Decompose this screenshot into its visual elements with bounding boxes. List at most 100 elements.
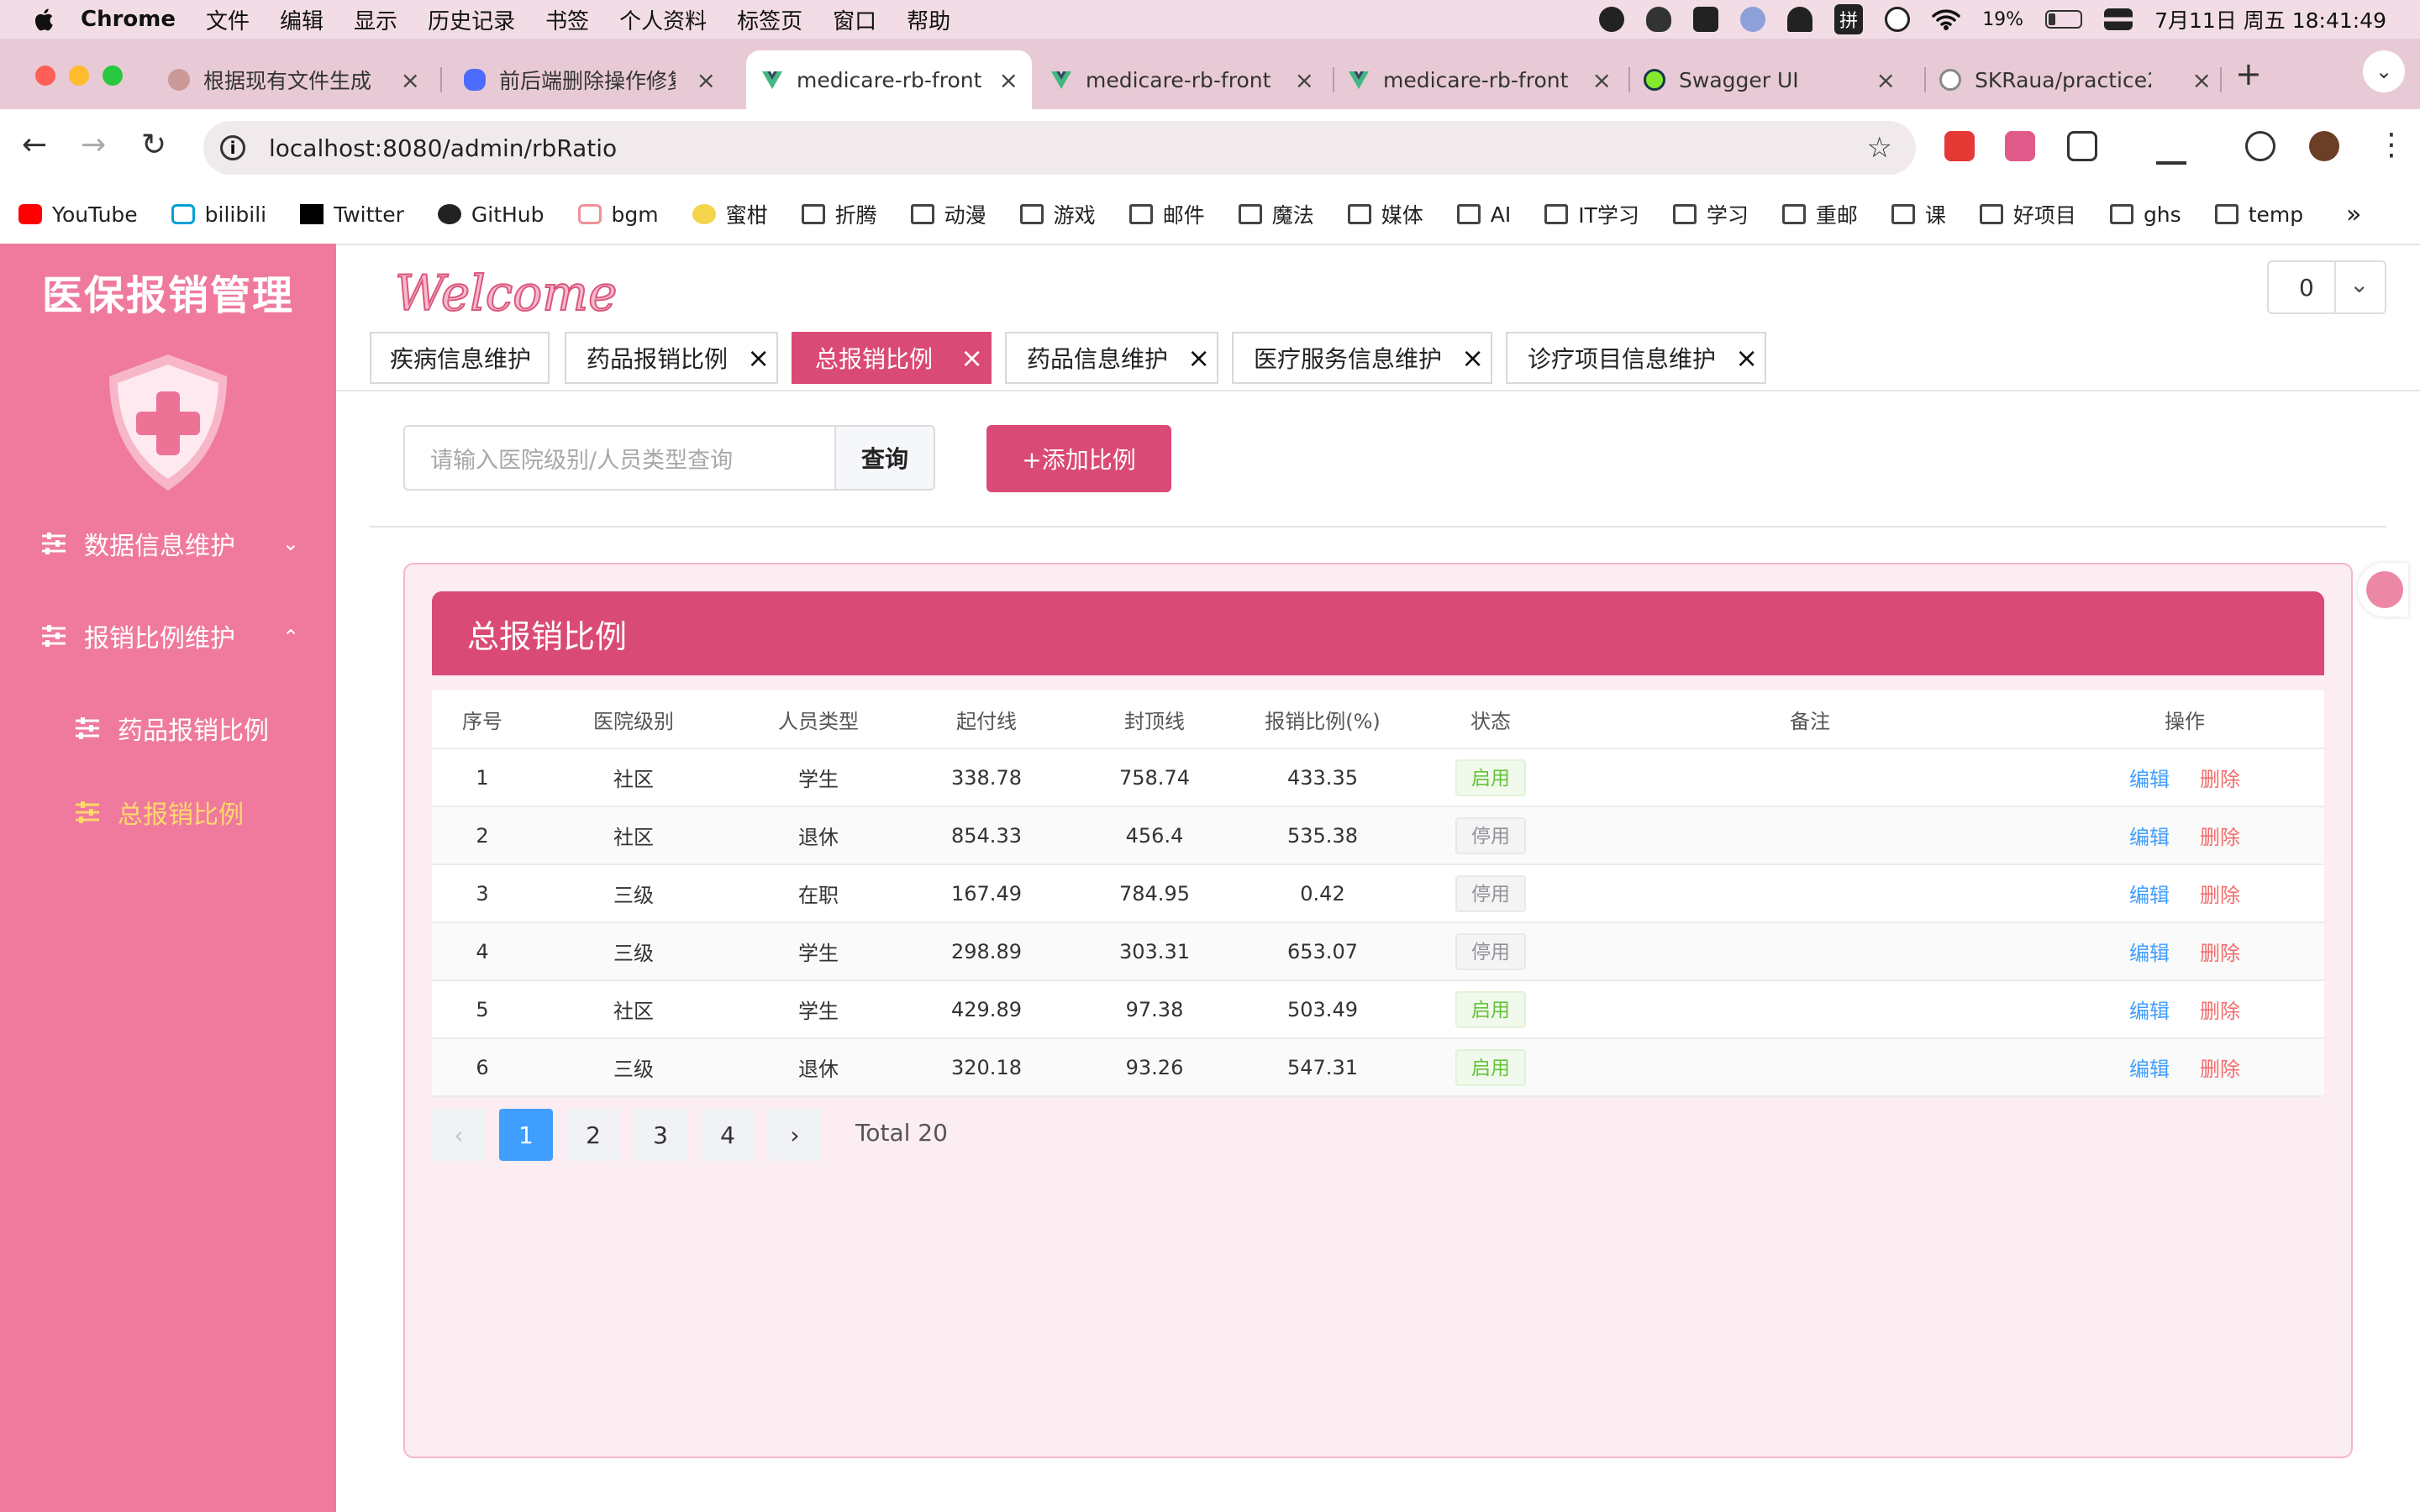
profile-avatar[interactable] xyxy=(2309,131,2339,161)
bookmark-folder[interactable]: AI xyxy=(1456,202,1511,227)
back-icon[interactable]: ← xyxy=(22,128,47,162)
more-bookmarks-icon[interactable]: » xyxy=(2346,200,2361,229)
menu-bookmarks[interactable]: 书签 xyxy=(545,4,589,35)
menu-help[interactable]: 帮助 xyxy=(907,4,950,35)
close-icon[interactable]: × xyxy=(960,342,983,374)
bookmark-folder[interactable]: 游戏 xyxy=(1019,199,1096,229)
close-tab-icon[interactable]: × xyxy=(1592,66,1612,94)
edit-button[interactable]: 编辑 xyxy=(2129,826,2170,849)
bookmark-github[interactable]: GitHub xyxy=(437,202,544,227)
add-ratio-button[interactable]: +添加比例 xyxy=(986,425,1171,492)
bookmark-folder[interactable]: 魔法 xyxy=(1238,199,1314,229)
close-tab-icon[interactable]: × xyxy=(1876,66,1896,94)
browser-tab[interactable]: Swagger UI × xyxy=(1644,50,1909,109)
close-icon[interactable]: × xyxy=(747,342,770,374)
address-bar[interactable]: i localhost:8080/admin/rbRatio ☆ xyxy=(203,121,1916,175)
edit-button[interactable]: 编辑 xyxy=(2129,884,2170,907)
prev-page-button[interactable]: ‹ xyxy=(432,1109,486,1161)
browser-tab[interactable]: medicare-rb-front × xyxy=(1050,50,1328,109)
browser-tab[interactable]: SKRaua/practice25 × xyxy=(1939,50,2225,109)
menu-tab[interactable]: 标签页 xyxy=(737,4,802,35)
translate-float-icon[interactable] xyxy=(2358,563,2408,617)
close-icon[interactable]: × xyxy=(1461,342,1484,374)
next-page-button[interactable]: › xyxy=(768,1109,822,1161)
tab-search-icon[interactable]: ⌄ xyxy=(2363,50,2405,92)
bookmark-bgm[interactable]: bgm xyxy=(577,202,659,227)
edit-button[interactable]: 编辑 xyxy=(2129,942,2170,965)
cat-icon[interactable] xyxy=(1646,7,1672,32)
delete-button[interactable]: 删除 xyxy=(2200,1058,2240,1081)
battery-icon[interactable] xyxy=(2045,10,2083,29)
bookmark-folder[interactable]: temp xyxy=(2214,202,2303,227)
delete-button[interactable]: 删除 xyxy=(2200,768,2240,791)
new-tab-icon[interactable]: + xyxy=(2235,55,2262,92)
bookmark-folder[interactable]: 重邮 xyxy=(1781,199,1858,229)
performance-icon[interactable] xyxy=(2245,131,2275,161)
chrome-menu-icon[interactable]: ⋮ xyxy=(2376,128,2407,162)
delete-button[interactable]: 删除 xyxy=(2200,884,2240,907)
forward-icon[interactable]: → xyxy=(81,128,106,162)
edit-button[interactable]: 编辑 xyxy=(2129,1058,2170,1081)
bookmark-folder[interactable]: ghs xyxy=(2109,202,2181,227)
screen-record-icon[interactable] xyxy=(1599,7,1625,32)
page-button[interactable]: 3 xyxy=(634,1109,687,1161)
browser-tab-active[interactable]: medicare-rb-front × xyxy=(746,50,1032,109)
route-tab[interactable]: 药品信息维护 × xyxy=(1005,332,1218,384)
clock[interactable]: 7月11日 周五 18:41:49 xyxy=(2154,4,2386,34)
menu-history[interactable]: 历史记录 xyxy=(428,4,515,35)
bookmark-folder[interactable]: 好项目 xyxy=(1979,199,2076,229)
menu-window[interactable]: 窗口 xyxy=(833,4,876,35)
route-tab[interactable]: 诊疗项目信息维护 × xyxy=(1506,332,1766,384)
sidebar-item-drug-ratio[interactable]: 药品报销比例 xyxy=(0,690,336,766)
bookmark-folder[interactable]: 动漫 xyxy=(910,199,986,229)
bookmark-folder[interactable]: 邮件 xyxy=(1128,199,1205,229)
route-tab[interactable]: 医疗服务信息维护 × xyxy=(1232,332,1492,384)
page-button[interactable]: 2 xyxy=(566,1109,620,1161)
bookmark-folder[interactable]: 学习 xyxy=(1672,199,1749,229)
page-button[interactable]: 4 xyxy=(701,1109,755,1161)
edit-button[interactable]: 编辑 xyxy=(2129,768,2170,791)
sidebar-group-ratio-maintenance[interactable]: 报销比例维护 ⌄ xyxy=(0,598,336,674)
zoom-window-button[interactable] xyxy=(103,66,123,86)
sidebar-group-data-maintenance[interactable]: 数据信息维护 ⌄ xyxy=(0,506,336,581)
header-select[interactable]: 0 ⌄ xyxy=(2267,260,2386,314)
url-text[interactable]: localhost:8080/admin/rbRatio xyxy=(269,134,617,162)
route-tab-active[interactable]: 总报销比例 × xyxy=(792,332,992,384)
close-icon[interactable]: × xyxy=(1187,342,1210,374)
page-button[interactable]: 1 xyxy=(499,1109,553,1161)
wifi-icon[interactable] xyxy=(1932,8,1960,31)
search-button[interactable]: 查询 xyxy=(834,425,935,491)
delete-button[interactable]: 删除 xyxy=(2200,826,2240,849)
route-tab[interactable]: 疾病信息维护 xyxy=(370,332,550,384)
menu-app-name[interactable]: Chrome xyxy=(81,7,176,32)
browser-tab[interactable]: 前后端删除操作修复 × xyxy=(464,50,729,109)
close-tab-icon[interactable]: × xyxy=(401,66,420,94)
delete-button[interactable]: 删除 xyxy=(2200,942,2240,965)
qq-icon[interactable] xyxy=(1787,7,1813,32)
bookmark-youtube[interactable]: YouTube xyxy=(18,202,138,227)
browser-tab[interactable]: medicare-rb-front × xyxy=(1348,50,1625,109)
download-icon[interactable] xyxy=(2156,131,2186,165)
avatar-status-icon[interactable] xyxy=(1740,7,1766,32)
bookmark-folder[interactable]: 媒体 xyxy=(1347,199,1423,229)
bookmark-folder[interactable]: IT学习 xyxy=(1544,199,1639,229)
extension-red-icon[interactable] xyxy=(1944,131,1975,161)
bookmark-mikan[interactable]: 蜜柑 xyxy=(692,199,768,229)
apple-icon[interactable] xyxy=(32,7,55,32)
menu-view[interactable]: 显示 xyxy=(354,4,397,35)
extensions-puzzle-icon[interactable] xyxy=(2067,131,2097,161)
search-input[interactable]: 请输入医院级别/人员类型查询 xyxy=(403,425,835,491)
close-tab-icon[interactable]: × xyxy=(697,66,716,94)
user-status-icon[interactable] xyxy=(1885,7,1911,32)
route-tab[interactable]: 药品报销比例 × xyxy=(565,332,778,384)
bookmark-bilibili[interactable]: bilibili xyxy=(171,202,266,227)
ime-icon[interactable]: 拼 xyxy=(1834,4,1864,34)
bookmark-star-icon[interactable]: ☆ xyxy=(1867,131,1892,165)
edit-button[interactable]: 编辑 xyxy=(2129,1000,2170,1023)
bookmark-twitter[interactable]: Twitter xyxy=(300,202,404,227)
menu-file[interactable]: 文件 xyxy=(206,4,250,35)
control-center-icon[interactable] xyxy=(2104,8,2133,30)
menu-edit[interactable]: 编辑 xyxy=(280,4,324,35)
close-tab-icon[interactable]: × xyxy=(999,66,1018,94)
reload-icon[interactable]: ↻ xyxy=(141,128,166,162)
